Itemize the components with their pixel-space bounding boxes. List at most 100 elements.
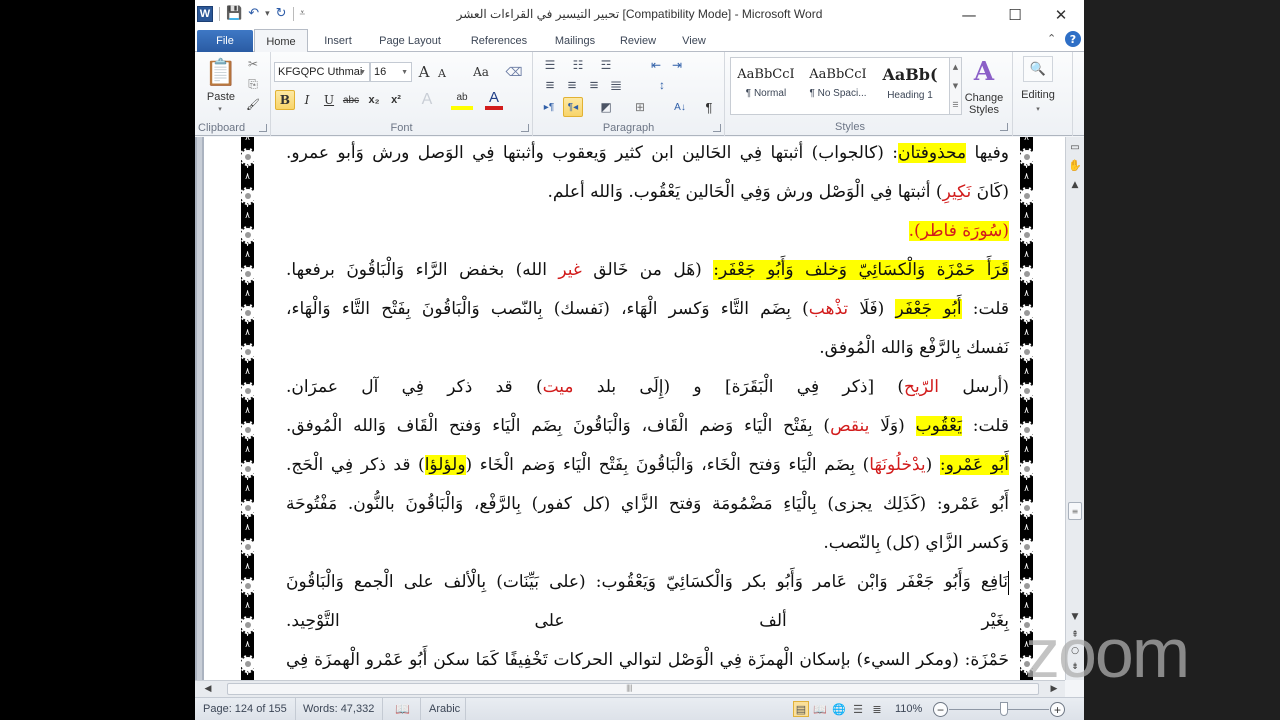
highlight-color-button[interactable]: ab — [451, 88, 473, 110]
text-effects-button[interactable]: A — [417, 90, 437, 110]
hand-icon[interactable]: ✋ — [1066, 157, 1084, 173]
zoom-out-button[interactable]: − — [933, 702, 948, 717]
document-text[interactable]: وفيها محذوفتان: (كالجواب) أثبتها فِي الح… — [286, 137, 1009, 680]
change-styles-icon[interactable]: A — [969, 57, 999, 87]
language-indicator[interactable]: Arabic — [421, 698, 466, 720]
font-color-button[interactable]: A — [485, 88, 503, 110]
vertical-scroll-thumb[interactable]: ≡ — [1068, 502, 1082, 521]
bullets-icon[interactable]: ☰ — [539, 56, 561, 74]
editing-dropdown-icon[interactable]: ▾ — [1031, 104, 1045, 114]
document-page[interactable]: ٧٨٧٨٧٨٧٨٧٨٧٨٧٨٧٨٧٨٧٨٧٨٧٨٧٨٧٨٧٨ ٧٨٧٨٧٨٧٨٧… — [204, 137, 1065, 680]
minimize-button[interactable]: — — [946, 0, 992, 29]
zoom-slider-thumb[interactable] — [1000, 702, 1008, 716]
underline-button[interactable]: U — [321, 90, 337, 110]
help-icon[interactable]: ? — [1065, 31, 1081, 47]
web-layout-icon[interactable]: 🌐 — [831, 701, 847, 717]
borders-icon[interactable]: ⊞ — [629, 98, 651, 116]
text-line[interactable]: قلت: أَبُو جَعْفَر (فَلَا تذْهب) بِضَم ا… — [286, 290, 1009, 328]
horizontal-scrollbar[interactable]: ◀ |||| ▶ — [195, 680, 1065, 697]
page-count[interactable]: Page: 124 of 155 — [195, 698, 296, 720]
maximize-button[interactable]: ☐ — [992, 0, 1038, 29]
tab-mailings[interactable]: Mailings — [544, 29, 606, 52]
line-spacing-icon[interactable]: ↕ — [651, 76, 673, 94]
print-layout-icon[interactable]: ▤ — [793, 701, 809, 717]
tab-home[interactable]: Home — [254, 29, 308, 53]
cut-icon[interactable]: ✂ — [245, 56, 261, 72]
find-icon[interactable]: 🔍 — [1023, 56, 1053, 82]
close-button[interactable]: ✕ — [1038, 0, 1084, 29]
align-left-icon[interactable]: ≡ — [541, 76, 559, 94]
text-line[interactable]: بِغَيْر ألف على التَّوْحِيد. — [286, 602, 1009, 640]
text-line[interactable]: نَفسك بِالرَّفْع وَالله الْمُوفق. — [286, 329, 1009, 367]
tab-review[interactable]: Review — [613, 29, 663, 52]
shrink-font-button[interactable]: A — [435, 64, 449, 82]
italic-button[interactable]: I — [299, 90, 315, 110]
shading-icon[interactable]: ◩ — [595, 98, 617, 116]
copy-icon[interactable]: ⎘ — [245, 76, 261, 92]
tab-page-layout[interactable]: Page Layout — [373, 29, 447, 52]
change-case-button[interactable]: Aa — [468, 62, 494, 82]
tab-references[interactable]: References — [461, 29, 537, 52]
text-line[interactable]: وَكسر الزَّاي (كل) بِالنّصب. — [286, 524, 1009, 562]
sort-icon[interactable]: A↓ — [669, 98, 691, 116]
text-line[interactable]: (كَانَ نَكِيرِ) أثبتها فِي الْوَصْل ورش … — [286, 173, 1010, 211]
bold-button[interactable]: B — [275, 90, 295, 110]
paste-dropdown-icon[interactable]: ▾ — [213, 104, 227, 114]
paste-button[interactable]: Paste — [199, 90, 243, 104]
change-styles-button[interactable]: Change Styles — [961, 90, 1007, 118]
tab-file[interactable]: File — [197, 30, 253, 52]
editing-button[interactable]: Editing — [1015, 88, 1061, 102]
format-painter-icon[interactable]: 🖌 — [245, 96, 261, 112]
increase-indent-icon[interactable]: ⇥ — [668, 56, 686, 74]
styles-launcher-icon[interactable] — [1000, 123, 1008, 131]
style-normal[interactable]: AaBbCcI ¶ Normal — [731, 58, 801, 114]
text-line[interactable]: وفيها محذوفتان: (كالجواب) أثبتها فِي الح… — [286, 137, 1009, 172]
word-count[interactable]: Words: 47,332 — [295, 698, 384, 720]
tab-view[interactable]: View — [673, 29, 715, 52]
scroll-up-icon[interactable]: ▲ — [953, 63, 958, 71]
right-to-left-icon[interactable]: ¶◂ — [563, 97, 583, 117]
more-styles-icon[interactable]: ☰ — [952, 101, 958, 109]
text-line[interactable]: أَبُو عَمْرو: (يدْخلُونَهَا) بِضَم الْيَ… — [286, 446, 1009, 484]
font-name-combo[interactable]: KFGQPC Uthmai ▼ — [274, 62, 370, 82]
style-no-spacing[interactable]: AaBbCcI ¶ No Spaci... — [803, 58, 873, 114]
view-ruler-icon[interactable]: ▭ — [1066, 139, 1084, 155]
align-center-icon[interactable]: ≡ — [563, 76, 581, 94]
style-heading-1[interactable]: AaBb( Heading 1 — [875, 58, 945, 114]
text-line[interactable]: نَافِع وَأَبُو جَعْفَر وَابْن عَامر وَأَ… — [286, 563, 1009, 601]
scroll-down-icon[interactable]: ▼ — [953, 82, 958, 90]
strikethrough-button[interactable]: abc — [341, 90, 361, 110]
font-launcher-icon[interactable] — [521, 124, 529, 132]
vertical-scrollbar[interactable]: ▭ ✋ ▲ ≡ ▼ ⇞ ○ ⇟ — [1065, 137, 1084, 680]
tab-insert[interactable]: Insert — [313, 29, 363, 52]
left-to-right-icon[interactable]: ▸¶ — [539, 98, 559, 116]
text-line[interactable]: (سُورَة فاطر). — [286, 212, 1009, 250]
show-formatting-marks-icon[interactable]: ¶ — [701, 98, 717, 116]
text-line[interactable]: قَرَأَ حَمْزَة وَالْكسَائِيّ وَخلف وَأَب… — [286, 251, 1009, 289]
numbering-icon[interactable]: ☷ — [567, 56, 589, 74]
outline-icon[interactable]: ☰ — [850, 701, 866, 717]
text-line[interactable]: قلت: يَعْقُوب (وَلَا ينقص) بِفَتْح الْيَ… — [286, 407, 1009, 445]
zoom-in-button[interactable]: + — [1050, 702, 1065, 717]
paragraph-launcher-icon[interactable] — [713, 124, 721, 132]
clipboard-launcher-icon[interactable] — [259, 124, 267, 132]
multilevel-list-icon[interactable]: ☲ — [595, 56, 617, 74]
justify-icon[interactable]: ≣ — [607, 76, 625, 94]
align-right-icon[interactable]: ≡ — [585, 76, 603, 94]
grow-font-button[interactable]: A — [416, 62, 432, 82]
superscript-button[interactable]: x² — [386, 90, 406, 110]
text-line[interactable]: حَمْزَة: (ومكر السيء) بإسكان الْهمزَة فِ… — [286, 641, 1009, 679]
decrease-indent-icon[interactable]: ⇤ — [647, 56, 665, 74]
subscript-button[interactable]: x₂ — [364, 90, 384, 110]
draft-icon[interactable]: ≣ — [869, 701, 885, 717]
clear-formatting-icon[interactable]: ⌫ — [505, 62, 523, 82]
horizontal-scroll-thumb[interactable]: |||| — [227, 683, 1039, 695]
full-screen-reading-icon[interactable]: 📖 — [812, 701, 828, 717]
scroll-left-icon[interactable]: ◀ — [199, 681, 217, 697]
proofing-icon[interactable]: 📖 — [385, 698, 421, 720]
paste-icon[interactable]: 📋 — [205, 56, 237, 88]
scroll-up-icon[interactable]: ▲ — [1066, 177, 1084, 193]
zoom-level[interactable]: 110% — [895, 698, 922, 720]
minimize-ribbon-icon[interactable]: ⌃ — [1047, 32, 1056, 45]
font-size-combo[interactable]: 16 ▼ — [370, 62, 412, 82]
